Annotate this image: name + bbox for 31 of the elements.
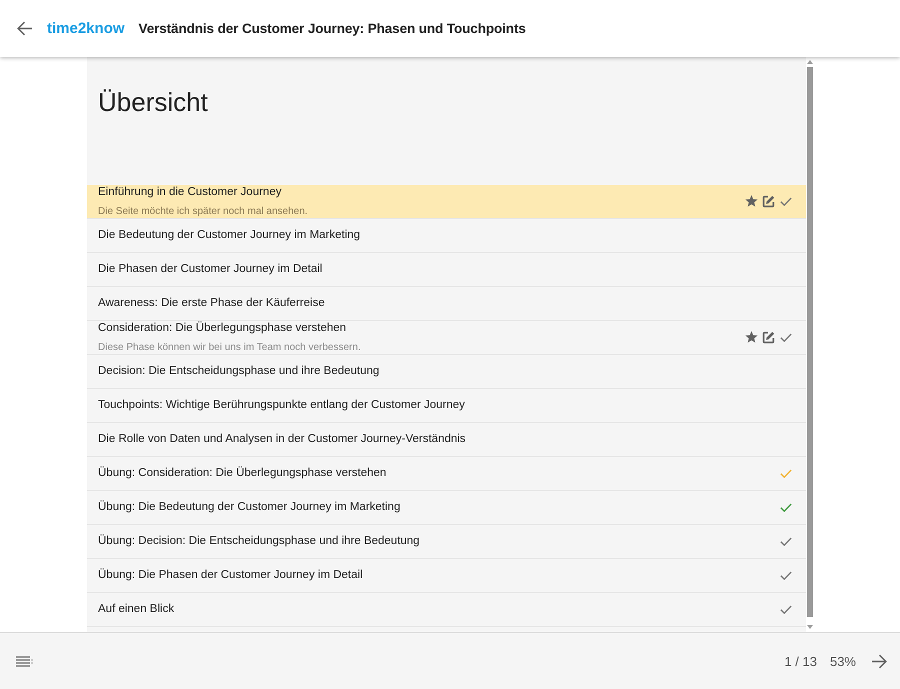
edit-icon bbox=[762, 331, 775, 344]
chapter-title: Übung: Consideration: Die Überlegungsphase verstehen bbox=[98, 466, 386, 481]
chapter-title: Einführung in die Customer Journey bbox=[98, 185, 282, 200]
scrollbar-thumb[interactable] bbox=[807, 67, 813, 617]
chapter-title: Die Phasen der Customer Journey im Detail bbox=[98, 262, 322, 277]
scroll-up-icon[interactable] bbox=[807, 60, 813, 64]
chapter-title: Awareness: Die erste Phase der Käuferreise bbox=[98, 296, 325, 311]
chapter-title: Übung: Die Phasen der Customer Journey im Detail bbox=[98, 568, 363, 583]
menu-icon bbox=[16, 656, 32, 666]
overview-heading: Übersicht bbox=[97, 86, 209, 119]
chapter-row[interactable]: Einführung in die Customer Journey Die Seite möchte ich später noch mal ansehen. bbox=[87, 185, 806, 219]
arrow-right-icon bbox=[870, 652, 888, 670]
chapter-title: Touchpoints: Wichtige Berührungspunkte entlang der Customer Journey bbox=[98, 398, 465, 413]
next-button[interactable] bbox=[870, 652, 888, 670]
progress-percent: 53% bbox=[830, 654, 856, 668]
arrow-left-icon bbox=[16, 20, 32, 37]
scroll-down-icon[interactable] bbox=[807, 625, 813, 629]
chapter-note: Diese Phase können wir bei uns im Team noch verbessern. bbox=[98, 341, 361, 354]
chapter-title: Decision: Die Entscheidungsphase und ihre Bedeutung bbox=[98, 364, 380, 379]
chapter-note: Die Seite möchte ich später noch mal ansehen. bbox=[98, 205, 308, 218]
page-counter: 1 / 13 bbox=[784, 654, 817, 668]
chapter-title: Die Rolle von Daten und Analysen in der Customer Journey-Verständnis bbox=[98, 432, 466, 447]
chapter-title: Übung: Die Bedeutung der Customer Journey im Marketing bbox=[98, 500, 400, 515]
chapter-row[interactable]: Consideration: Die Überlegungsphase verstehen Diese Phase können wir bei uns im Team noch verbessern. bbox=[87, 321, 806, 355]
chapter-title: Consideration: Die Überlegungsphase verstehen bbox=[98, 321, 346, 336]
edit-icon bbox=[762, 195, 775, 208]
menu-button[interactable] bbox=[15, 654, 33, 668]
chapter-title: Übung: Decision: Die Entscheidungsphase und ihre Bedeutung bbox=[98, 534, 420, 549]
document-title: Verständnis der Customer Journey: Phasen und Touchpoints bbox=[138, 21, 526, 36]
chapter-title: Die Bedeutung der Customer Journey im Marketing bbox=[98, 228, 360, 243]
chapter-title: Auf einen Blick bbox=[98, 602, 174, 617]
